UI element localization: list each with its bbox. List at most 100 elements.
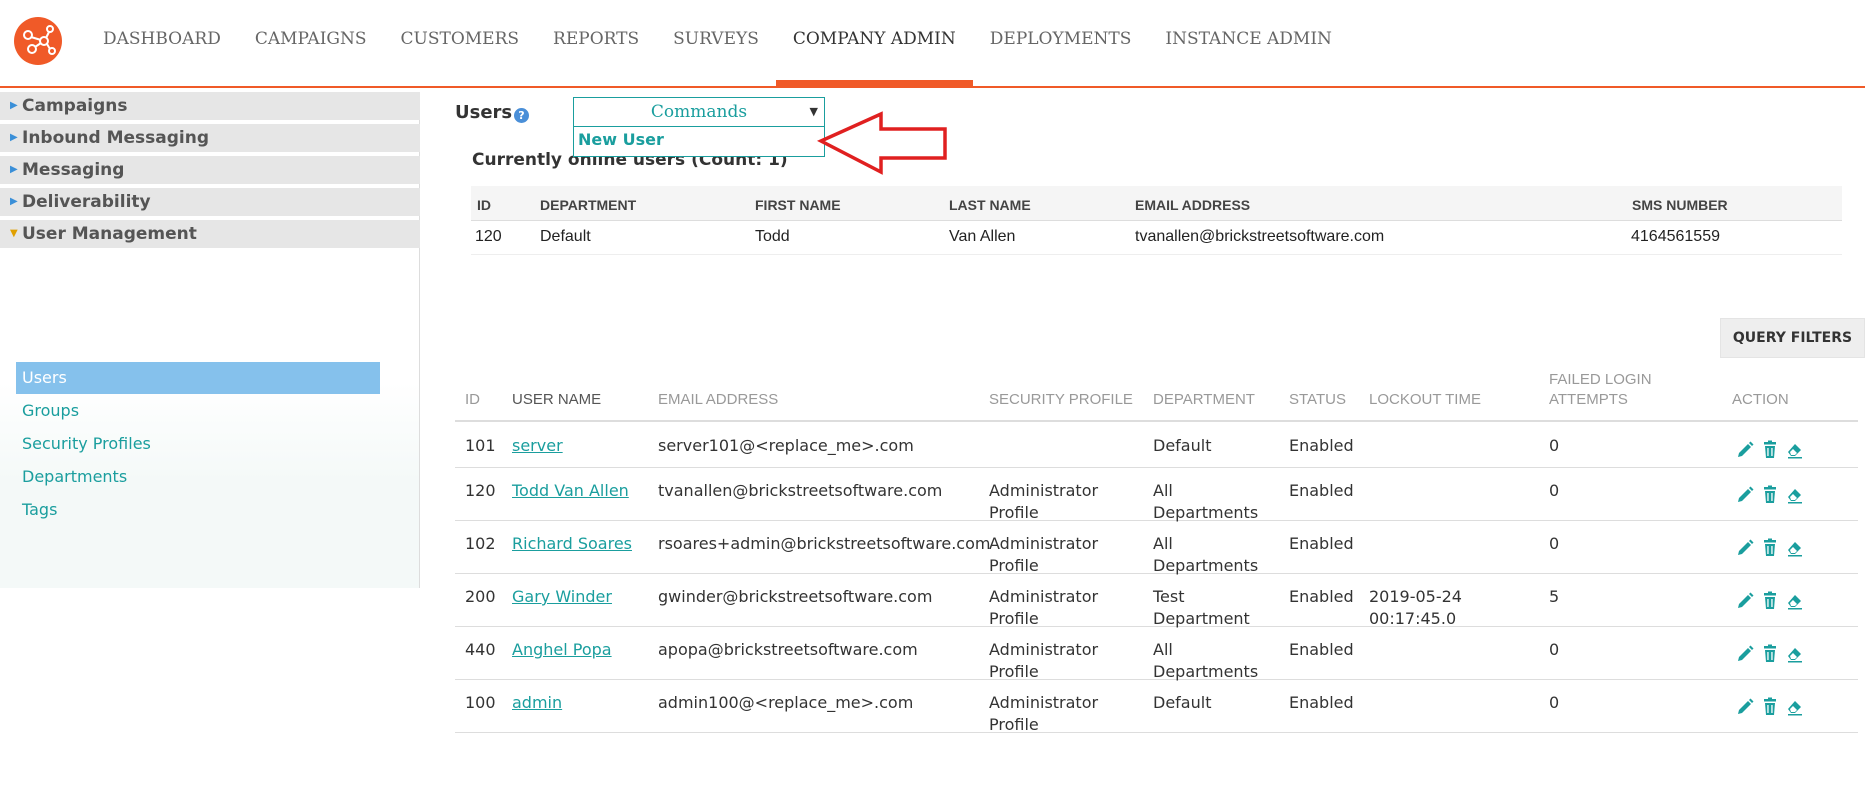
caret-right-icon: ▶ <box>10 132 18 143</box>
pencil-icon[interactable] <box>1735 440 1755 460</box>
cell-id: 440 <box>465 640 496 659</box>
trash-icon[interactable] <box>1760 538 1780 558</box>
column-header-email: EMAIL ADDRESS <box>658 391 779 408</box>
trash-icon[interactable] <box>1760 591 1780 611</box>
user-name-link[interactable]: Anghel Popa <box>512 639 612 661</box>
commands-dropdown[interactable]: Commands ▼ <box>573 97 825 127</box>
nav-dashboard[interactable]: DASHBOARD <box>86 0 238 86</box>
sidebar-item-groups[interactable]: Groups <box>16 395 380 427</box>
column-header: ID <box>477 197 491 213</box>
table-row: 102 Richard Soares rsoares+admin@brickst… <box>455 520 1858 577</box>
cell-security-profile: Administrator Profile <box>989 639 1098 683</box>
page-title: Users <box>455 102 513 123</box>
cell-sms-number: 4164561559 <box>1631 228 1720 245</box>
nav-campaigns[interactable]: CAMPAIGNS <box>238 0 384 86</box>
department-line-1: All <box>1153 640 1173 659</box>
cell-department: All Departments <box>1153 533 1258 577</box>
sidebar-section-inbound-messaging[interactable]: ▶ Inbound Messaging <box>0 124 420 152</box>
pencil-icon[interactable] <box>1735 538 1755 558</box>
cell-status: Enabled <box>1289 640 1354 659</box>
trash-icon[interactable] <box>1760 485 1780 505</box>
column-header-failed-login: FAILED LOGIN <box>1549 371 1652 388</box>
cell-failed-attempts: 0 <box>1549 436 1560 455</box>
cell-department: Default <box>1153 435 1211 457</box>
table-row: 200 Gary Winder gwinder@brickstreetsoftw… <box>455 573 1858 630</box>
menu-item-new-user[interactable]: New User <box>578 130 664 149</box>
cell-email: rsoares+admin@brickstreetsoftware.com <box>658 534 991 553</box>
profile-line-2: Profile <box>989 715 1039 734</box>
eraser-icon[interactable] <box>1785 644 1805 664</box>
cell-failed-attempts: 0 <box>1549 640 1560 659</box>
nav-customers[interactable]: CUSTOMERS <box>384 0 537 86</box>
table-header: ID DEPARTMENT FIRST NAME LAST NAME EMAIL… <box>471 186 1842 221</box>
sidebar-item-users[interactable]: Users <box>16 362 380 394</box>
trash-icon[interactable] <box>1760 697 1780 717</box>
nav-instance-admin[interactable]: INSTANCE ADMIN <box>1148 0 1349 86</box>
user-name-link[interactable]: server <box>512 435 563 457</box>
sidebar-item-security-profiles[interactable]: Security Profiles <box>16 428 380 460</box>
cell-department: All Departments <box>1153 639 1258 683</box>
cell-id: 120 <box>475 228 502 245</box>
profile-line-1: Administrator <box>989 534 1099 553</box>
department-line-1: Default <box>1153 693 1212 712</box>
table-row: 440 Anghel Popa apopa@brickstreetsoftwar… <box>455 626 1858 683</box>
user-name-link[interactable]: Todd Van Allen <box>512 480 629 502</box>
sidebar-section-label: Deliverability <box>22 192 151 212</box>
cell-status: Enabled <box>1289 587 1354 606</box>
logo-icon[interactable] <box>14 17 62 65</box>
eraser-icon[interactable] <box>1785 485 1805 505</box>
sidebar-section-messaging[interactable]: ▶ Messaging <box>0 156 420 184</box>
table-row: 120 Default Todd Van Allen tvanallen@bri… <box>471 220 1842 255</box>
user-name-link[interactable]: Richard Soares <box>512 533 632 555</box>
column-header-department: DEPARTMENT <box>1153 391 1255 408</box>
user-management-panel: Users Groups Security Profiles Departmen… <box>0 252 419 588</box>
profile-line-1: Administrator <box>989 587 1099 606</box>
eraser-icon[interactable] <box>1785 440 1805 460</box>
pencil-icon[interactable] <box>1735 485 1755 505</box>
cell-status: Enabled <box>1289 534 1354 553</box>
sidebar-section-campaigns[interactable]: ▶ Campaigns <box>0 92 420 120</box>
cell-id: 102 <box>465 534 496 553</box>
nav-reports[interactable]: REPORTS <box>536 0 656 86</box>
nav-company-admin[interactable]: COMPANY ADMIN <box>775 0 973 88</box>
department-line-1: All <box>1153 534 1173 553</box>
cell-first-name: Todd <box>755 228 790 245</box>
eraser-icon[interactable] <box>1785 697 1805 717</box>
cell-id: 200 <box>465 587 496 606</box>
eraser-icon[interactable] <box>1785 591 1805 611</box>
pencil-icon[interactable] <box>1735 697 1755 717</box>
sidebar-section-deliverability[interactable]: ▶ Deliverability <box>0 188 420 216</box>
cell-security-profile: Administrator Profile <box>989 692 1098 736</box>
cell-security-profile: Administrator Profile <box>989 480 1098 524</box>
pencil-icon[interactable] <box>1735 591 1755 611</box>
cell-lockout-time: 2019-05-24 00:17:45.0 <box>1369 586 1462 630</box>
table-row: 101 server server101@<replace_me>.com De… <box>455 422 1858 468</box>
cell-failed-attempts: 5 <box>1549 587 1560 606</box>
user-name-link[interactable]: admin <box>512 692 562 714</box>
sidebar-section-user-management[interactable]: ▼ User Management <box>0 220 420 248</box>
cell-department: All Departments <box>1153 480 1258 524</box>
pencil-icon[interactable] <box>1735 644 1755 664</box>
cell-security-profile: Administrator Profile <box>989 586 1098 630</box>
cell-email: tvanallen@brickstreetsoftware.com <box>1135 228 1385 245</box>
caret-right-icon: ▶ <box>10 196 18 207</box>
eraser-icon[interactable] <box>1785 538 1805 558</box>
sidebar-item-departments[interactable]: Departments <box>16 461 380 493</box>
column-header-lockout-time: LOCKOUT TIME <box>1369 391 1481 408</box>
department-line-1: Test <box>1153 587 1185 606</box>
user-name-link[interactable]: Gary Winder <box>512 586 612 608</box>
nav-deployments[interactable]: DEPLOYMENTS <box>973 0 1149 86</box>
cell-failed-attempts: 0 <box>1549 693 1560 712</box>
red-arrow-icon <box>816 111 947 175</box>
query-filters-button[interactable]: QUERY FILTERS <box>1720 318 1865 358</box>
column-header-action: ACTION <box>1732 391 1789 408</box>
column-header: DEPARTMENT <box>540 197 637 213</box>
trash-icon[interactable] <box>1760 644 1780 664</box>
department-line-1: Default <box>1153 436 1212 455</box>
sidebar-section-label: Messaging <box>22 160 125 180</box>
help-icon[interactable]: ? <box>514 108 529 123</box>
trash-icon[interactable] <box>1760 440 1780 460</box>
caret-right-icon: ▶ <box>10 100 18 111</box>
nav-surveys[interactable]: SURVEYS <box>656 0 776 86</box>
sidebar-item-tags[interactable]: Tags <box>16 494 380 526</box>
